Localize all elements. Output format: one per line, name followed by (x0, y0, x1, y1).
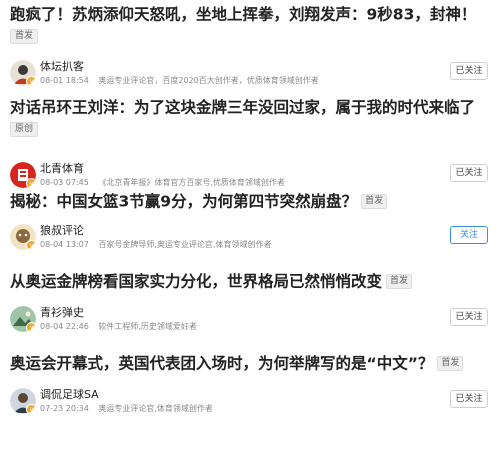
article-card[interactable]: 从奥运金牌榜看国家实力分化，世界格局已然悄悄改变 首发 v 青衫弹史 08-04 … (0, 268, 500, 350)
follow-button[interactable]: 已关注 (450, 390, 488, 408)
status-badge: 首发 (386, 274, 413, 289)
article-card[interactable]: 揭秘：中国女篮3节赢9分，为何第四节突然崩盘？ 首发 v 狼叔评论 08-04 1… (0, 188, 500, 268)
author-name[interactable]: 体坛扒客 (40, 60, 84, 74)
author-row: v 北青体育 08-03 07:45 《北京青年报》体育官方百家号,优质体育领域… (10, 162, 490, 190)
status-badge: 原创 (10, 121, 38, 137)
article-meta: 08-04 22:46 软件工程师,历史领域爱好者 (40, 321, 197, 332)
publish-time: 08-04 22:46 (40, 322, 89, 331)
article-title-text[interactable]: 从奥运金牌榜看国家实力分化，世界格局已然悄悄改变 (10, 273, 382, 291)
author-name[interactable]: 青衫弹史 (40, 306, 84, 320)
author-tags: 奥运专业评论官,体育领域创作者 (98, 404, 213, 413)
article-title-text[interactable]: 对话吊环王刘洋：为了这块金牌三年没回过家，属于我的时代来临了 (10, 99, 475, 117)
article-title[interactable]: 揭秘：中国女篮3节赢9分，为何第四节突然崩盘？ 首发 (10, 190, 490, 213)
follow-button[interactable]: 已关注 (450, 308, 488, 326)
article-card[interactable]: 跑疯了！苏炳添仰天怒吼，坐地上挥拳，刘翔发声：9秒83，封神！ 首发 v 体坛扒… (0, 0, 500, 96)
status-badge: 首发 (437, 356, 464, 371)
author-name[interactable]: 北青体育 (40, 162, 84, 176)
article-title-text[interactable]: 奥运会开幕式，英国代表团入场时，为何举牌写的是“中文”？ (10, 355, 433, 373)
author-row: v 青衫弹史 08-04 22:46 软件工程师,历史领域爱好者 已关注 (10, 306, 490, 334)
article-title[interactable]: 奥运会开幕式，英国代表团入场时，为何举牌写的是“中文”？ 首发 (10, 352, 490, 375)
article-meta: 08-04 13:07 百家号金牌导师,奥运专业评论官,体育领域创作者 (40, 239, 271, 250)
article-meta: 08-01 18:54 奥运专业评论官，百度2020百大创作者，优质体育领域创作… (40, 75, 319, 86)
avatar[interactable]: v (10, 60, 36, 86)
article-title-text[interactable]: 跑疯了！苏炳添仰天怒吼，坐地上挥拳，刘翔发声：9秒83，封神！ (10, 6, 476, 24)
publish-time: 08-01 18:54 (40, 76, 89, 85)
verified-icon: v (26, 322, 36, 332)
verified-icon: v (26, 76, 36, 86)
article-card[interactable]: 奥运会开幕式，英国代表团入场时，为何举牌写的是“中文”？ 首发 v 调侃足球SA … (0, 350, 500, 432)
verified-icon: v (26, 404, 36, 414)
author-tags: 《北京青年报》体育官方百家号,优质体育领域创作者 (98, 178, 285, 187)
publish-time: 07-23 20:34 (40, 404, 89, 413)
verified-icon: v (26, 240, 36, 250)
author-name[interactable]: 狼叔评论 (40, 224, 84, 238)
status-badge: 首发 (10, 28, 38, 44)
article-title-text[interactable]: 揭秘：中国女篮3节赢9分，为何第四节突然崩盘？ (10, 193, 357, 211)
publish-time: 08-04 13:07 (40, 240, 89, 249)
avatar[interactable]: v (10, 306, 36, 332)
avatar[interactable]: v (10, 388, 36, 414)
author-name[interactable]: 调侃足球SA (40, 388, 99, 402)
author-tags: 奥运专业评论官，百度2020百大创作者，优质体育领域创作者 (98, 76, 319, 85)
article-title[interactable]: 从奥运金牌榜看国家实力分化，世界格局已然悄悄改变 首发 (10, 270, 490, 293)
publish-time: 08-03 07:45 (40, 178, 89, 187)
author-row: v 体坛扒客 08-01 18:54 奥运专业评论官，百度2020百大创作者，优… (10, 60, 490, 88)
author-tags: 软件工程师,历史领域爱好者 (98, 322, 197, 331)
author-tags: 百家号金牌导师,奥运专业评论官,体育领域创作者 (98, 240, 272, 249)
article-meta: 08-03 07:45 《北京青年报》体育官方百家号,优质体育领域创作者 (40, 177, 285, 188)
verified-icon: v (26, 178, 36, 188)
avatar[interactable]: v (10, 224, 36, 250)
status-badge: 首发 (361, 194, 388, 209)
avatar[interactable]: v (10, 162, 36, 188)
article-title[interactable]: 对话吊环王刘洋：为了这块金牌三年没回过家，属于我的时代来临了 (10, 96, 490, 119)
article-title[interactable]: 跑疯了！苏炳添仰天怒吼，坐地上挥拳，刘翔发声：9秒83，封神！ (10, 3, 490, 26)
article-card[interactable]: 对话吊环王刘洋：为了这块金牌三年没回过家，属于我的时代来临了 原创 v 北青体育… (0, 96, 500, 188)
article-meta: 07-23 20:34 奥运专业评论官,体育领域创作者 (40, 403, 213, 414)
author-row: v 调侃足球SA 07-23 20:34 奥运专业评论官,体育领域创作者 已关注 (10, 388, 490, 416)
follow-button[interactable]: 关注 (450, 226, 488, 244)
author-row: v 狼叔评论 08-04 13:07 百家号金牌导师,奥运专业评论官,体育领域创… (10, 224, 490, 252)
article-feed: 跑疯了！苏炳添仰天怒吼，坐地上挥拳，刘翔发声：9秒83，封神！ 首发 v 体坛扒… (0, 0, 500, 432)
follow-button[interactable]: 已关注 (450, 164, 488, 182)
follow-button[interactable]: 已关注 (450, 62, 488, 80)
